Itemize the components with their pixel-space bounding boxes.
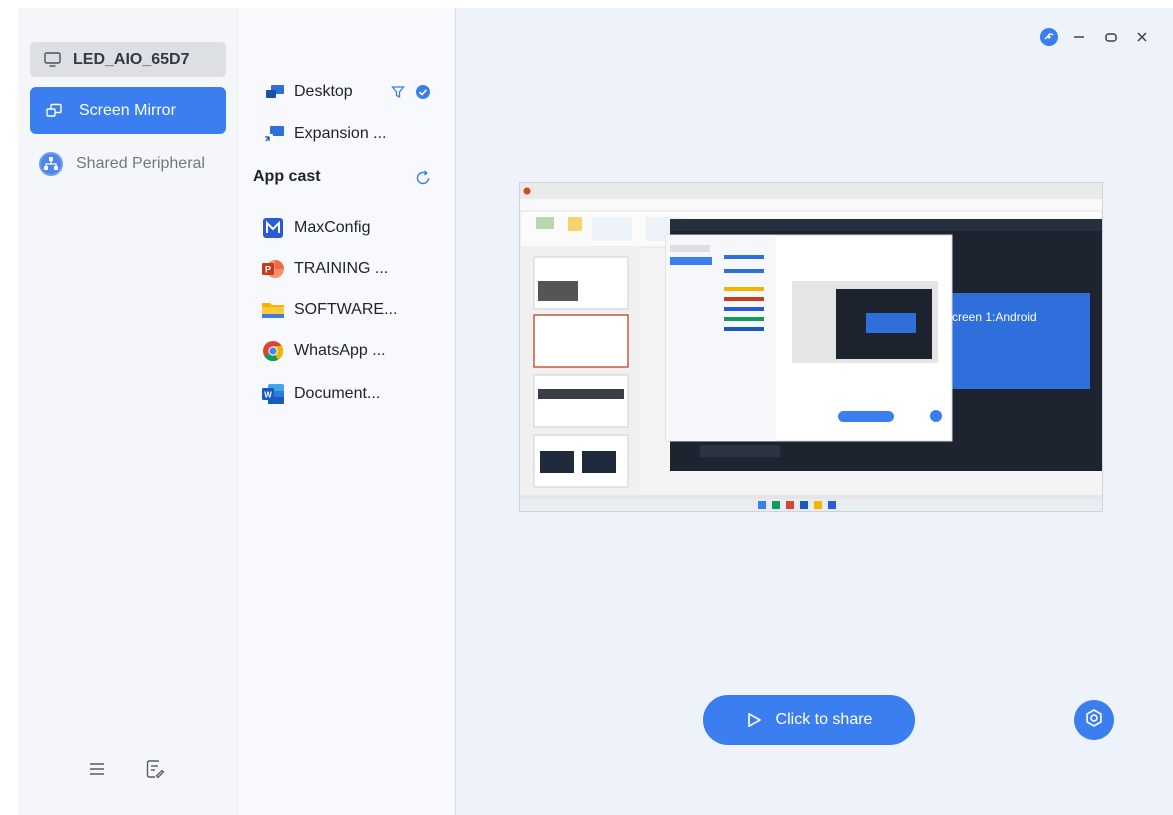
desktop-label: Desktop [294,83,353,100]
svg-text:W: W [264,391,272,400]
menu-icon[interactable] [86,758,108,780]
monitor-icon [43,51,61,69]
status-indicator-icon[interactable] [1038,26,1060,48]
main-area: Screen 1:Android Click to share [456,8,1173,815]
device-name: LED_AIO_65D7 [73,50,190,68]
folder-icon [260,298,286,322]
feedback-icon[interactable] [144,758,166,780]
settings-button[interactable] [1074,700,1114,740]
screen-mirror-icon [43,100,65,122]
desktop-icon [264,82,286,102]
minimize-icon[interactable] [1068,26,1090,48]
preview-caption: Screen 1:Android [944,310,1037,324]
sidebar-item-label: Screen Mirror [79,101,176,119]
app-window: LED_AIO_65D7 Screen Mirror Shared Periph… [18,8,1173,815]
shared-peripheral-icon [37,150,65,178]
app-cast-item-label: WhatsApp ... [294,342,386,359]
sidebar: LED_AIO_65D7 Screen Mirror Shared Periph… [18,8,238,815]
sidebar-item-label: Shared Peripheral [76,154,205,172]
close-icon[interactable] [1131,26,1153,48]
app-cast-item-software[interactable]: SOFTWARE... [260,295,397,325]
app-cast-title: App cast [253,168,321,185]
device-selector[interactable]: LED_AIO_65D7 [30,42,226,77]
app-cast-item-whatsapp[interactable]: WhatsApp ... [260,336,386,366]
source-desktop[interactable]: Desktop [264,78,353,106]
filter-icon[interactable] [390,84,406,100]
screen-preview-image: Screen 1:Android [520,183,1102,511]
app-cast-item-training[interactable]: P TRAINING ... [260,254,388,284]
screen-preview: Screen 1:Android [519,182,1103,512]
app-cast-item-label: Document... [294,385,381,402]
maxconfig-icon [260,216,286,240]
word-icon: W [260,382,286,406]
app-cast-item-label: SOFTWARE... [294,301,398,318]
source-panel: Desktop Expansion ... App cast MaxConfig [238,8,456,815]
app-cast-item-label: MaxConfig [294,219,371,236]
settings-icon [1084,708,1104,733]
click-to-share-button[interactable]: Click to share [703,695,915,745]
source-expansion[interactable]: Expansion ... [264,120,387,148]
expansion-screen-icon [264,124,286,144]
maximize-icon[interactable] [1100,26,1122,48]
share-button-label: Click to share [775,711,873,728]
expansion-label: Expansion ... [294,125,387,142]
refresh-icon[interactable] [414,169,432,187]
app-cast-item-maxconfig[interactable]: MaxConfig [260,213,370,243]
sidebar-footer [86,758,166,780]
app-cast-item-document[interactable]: W Document... [260,379,380,409]
app-cast-item-label: TRAINING ... [294,260,389,277]
sidebar-item-shared-peripheral[interactable]: Shared Peripheral [30,140,226,187]
sidebar-item-screen-mirror[interactable]: Screen Mirror [30,87,226,134]
svg-text:P: P [265,265,271,275]
powerpoint-icon: P [260,257,286,281]
chrome-icon [260,339,286,363]
selected-check-icon [415,84,431,100]
play-icon [746,712,762,728]
